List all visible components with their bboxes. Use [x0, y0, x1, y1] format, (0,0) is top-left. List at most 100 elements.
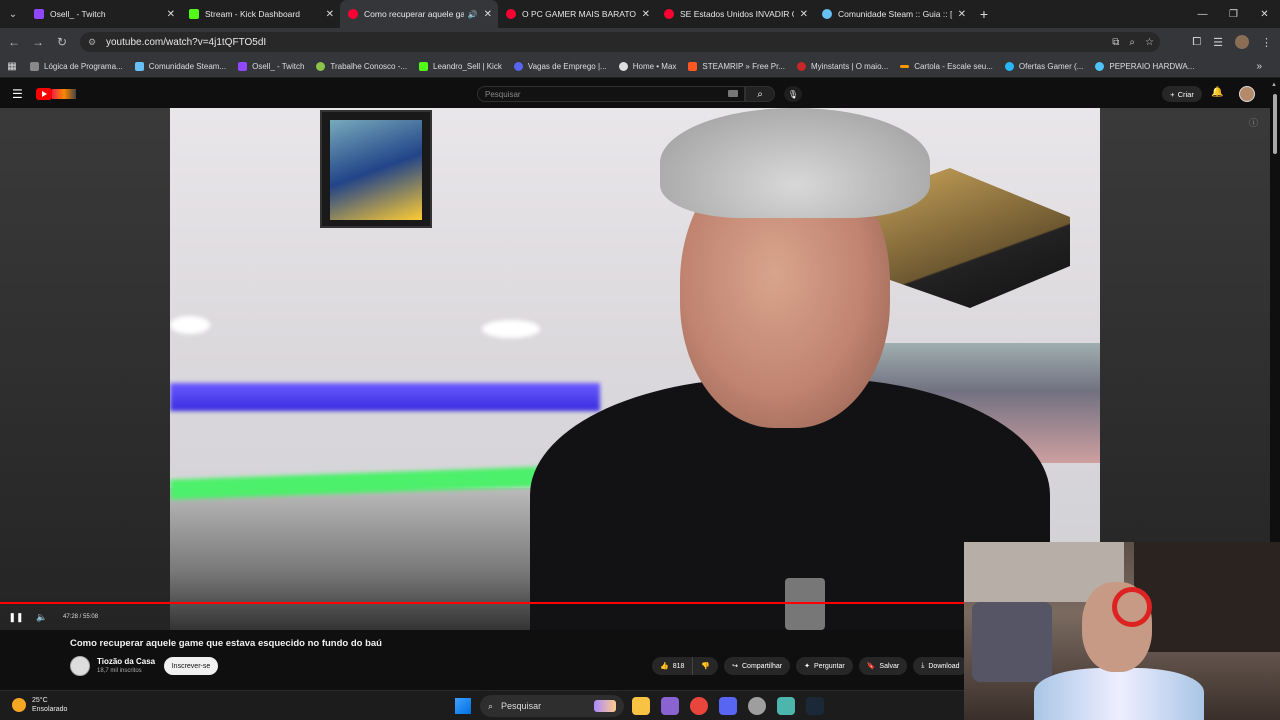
info-icon[interactable]: ⓘ [1249, 116, 1258, 129]
scrollbar-thumb[interactable] [1273, 94, 1277, 154]
streamer [1034, 582, 1204, 720]
account-avatar[interactable] [1239, 86, 1255, 102]
ambient-left [0, 108, 170, 630]
browser-menu-icon[interactable]: ⋮ [1261, 36, 1272, 49]
weather-condition: Ensolarado [32, 706, 68, 713]
profile-avatar-icon[interactable] [1235, 35, 1249, 49]
weather-widget[interactable]: 25°C Ensolarado [12, 696, 67, 714]
tab-kick[interactable]: Stream - Kick Dashboard ✕ [181, 0, 340, 28]
address-bar[interactable]: ⚙ youtube.com/watch?v=4j1tQFTO5dI ⧉ ⌕ ☆ [80, 32, 1160, 52]
scroll-up-icon[interactable]: ▲ [1271, 82, 1277, 88]
reload-icon[interactable]: ↻ [50, 28, 74, 56]
site-info-icon[interactable]: ⚙ [88, 37, 100, 48]
keyboard-icon[interactable] [728, 90, 738, 97]
bookmark-item[interactable]: Trabalhe Conosco -... [316, 62, 407, 71]
notifications-bell-icon[interactable]: 🔔 [1211, 87, 1223, 98]
channel-avatar[interactable] [70, 656, 90, 676]
tab-search-chevron-icon[interactable]: ⌄ [0, 0, 26, 28]
ceiling-lamp [170, 316, 210, 334]
tab-strip: ⌄ Osell_ - Twitch ✕ Stream - Kick Dashbo… [0, 0, 1280, 28]
extensions-icon[interactable]: ⧠ [1192, 36, 1201, 49]
create-button[interactable]: + Criar [1162, 86, 1202, 102]
youtube-icon [348, 9, 358, 19]
bookmark-label: Osell_ - Twitch [252, 62, 305, 71]
bookmark-item[interactable]: STEAMRIP » Free Pr... [688, 62, 785, 71]
windows-start-icon[interactable] [455, 698, 471, 714]
channel-name[interactable]: Tiozão da Casa [97, 657, 155, 666]
search-input[interactable]: Pesquisar [477, 86, 745, 102]
close-tab-icon[interactable]: ✕ [326, 9, 334, 20]
bookmark-item[interactable]: Myinstants | O maio... [796, 62, 889, 71]
video-actions: 👍 818 👎 ↪ Compartilhar ✦ Perguntar 🔖 Salvar … [652, 657, 968, 675]
progress-fill [0, 602, 1094, 604]
bookmark-item[interactable]: Leandro_Sell | Kick [419, 62, 502, 71]
twitch-icon [238, 62, 248, 71]
menu-icon[interactable]: ☰ [12, 87, 23, 101]
more-bookmarks-icon[interactable]: » [1256, 61, 1262, 72]
ask-button[interactable]: ✦ Perguntar [796, 657, 853, 675]
like-button[interactable]: 👍 818 [652, 657, 694, 675]
maximize-icon[interactable]: ❐ [1218, 0, 1249, 28]
tab-youtube-active[interactable]: Como recuperar aquele ga 🔊 ✕ [340, 0, 498, 28]
save-button[interactable]: 🔖 Salvar [858, 657, 908, 675]
bookmark-label: Lógica de Programa... [44, 62, 123, 71]
close-tab-icon[interactable]: ✕ [167, 9, 175, 20]
new-tab-button[interactable]: + [972, 6, 996, 22]
close-window-icon[interactable]: ✕ [1249, 0, 1280, 28]
tab-youtube-estados-unidos[interactable]: SE Estados Unidos INVADIR O ✕ [656, 0, 814, 28]
subscriber-count: 18,7 mil inscritos [97, 668, 142, 674]
close-tab-icon[interactable]: ✕ [958, 9, 966, 20]
pause-icon[interactable]: ❚❚ [3, 612, 29, 623]
tab-steam-guide[interactable]: Comunidade Steam :: Guia :: [P ✕ [814, 0, 972, 28]
close-tab-icon[interactable]: ✕ [642, 9, 650, 20]
search-button[interactable]: ⌕ [745, 86, 775, 102]
reading-list-icon[interactable]: ☰ [1213, 36, 1223, 49]
steam-icon[interactable] [806, 697, 824, 715]
voice-search-icon[interactable]: 🎙 [784, 86, 802, 102]
taskbar-search[interactable]: ⌕ Pesquisar [480, 695, 624, 717]
bookmark-item[interactable]: Vagas de Emprego |... [513, 62, 607, 71]
dislike-button[interactable]: 👎 [693, 657, 719, 675]
back-icon[interactable]: ← [2, 28, 26, 56]
bookmark-label: Cartola - Escale seu... [914, 62, 993, 71]
youtube-header: ☰ Pesquisar ⌕ 🎙 + Criar 🔔 [0, 80, 1280, 108]
bookmark-item[interactable]: Home • Max [618, 62, 677, 71]
video-frame[interactable] [170, 108, 1100, 630]
download-label: Download [928, 662, 960, 670]
minimize-icon[interactable]: — [1187, 0, 1218, 28]
app-icon[interactable] [777, 697, 795, 715]
apps-grid-icon[interactable]: ▦ [0, 61, 24, 72]
settings-icon[interactable] [748, 697, 766, 715]
like-count: 818 [672, 662, 685, 670]
discord-purple-icon[interactable] [661, 697, 679, 715]
url-text: youtube.com/watch?v=4j1tQFTO5dI [106, 36, 267, 48]
chrome-icon[interactable] [690, 697, 708, 715]
youtube-logo[interactable] [36, 88, 76, 100]
download-button[interactable]: ⤓ Download [913, 657, 968, 675]
bookmark-item[interactable]: Ofertas Gamer (... [1004, 62, 1083, 71]
close-tab-icon[interactable]: ✕ [800, 9, 808, 20]
bookmark-label: Home • Max [632, 62, 677, 71]
tab-twitch[interactable]: Osell_ - Twitch ✕ [26, 0, 181, 28]
bookmark-item[interactable]: Osell_ - Twitch [238, 62, 304, 71]
plus-icon: + [1170, 89, 1175, 99]
share-button[interactable]: ↪ Compartilhar [724, 657, 791, 675]
bookmark-item[interactable]: Comunidade Steam... [134, 62, 226, 71]
volume-icon[interactable]: 🔈 [29, 612, 55, 623]
bookmark-item[interactable]: PEPERAIO HARDWA... [1095, 62, 1194, 71]
discord-icon[interactable] [719, 697, 737, 715]
subscribe-button[interactable]: Inscrever-se [164, 657, 218, 675]
bookmark-label: Myinstants | O maio... [810, 62, 889, 71]
bookmarks-bar: ▦ Lógica de Programa... Comunidade Steam… [0, 56, 1280, 78]
tab-youtube-pc-gamer[interactable]: O PC GAMER MAIS BARATO DO ✕ [498, 0, 656, 28]
audio-playing-icon[interactable]: 🔊 [468, 10, 478, 19]
bookmark-item[interactable]: Cartola - Escale seu... [900, 62, 993, 71]
bookmark-item[interactable]: Lógica de Programa... [30, 62, 123, 71]
install-app-icon[interactable]: ⧉ [1112, 37, 1119, 48]
forward-icon[interactable]: → [26, 28, 50, 56]
search-highlight-icon [594, 700, 616, 712]
bookmark-star-icon[interactable]: ☆ [1145, 37, 1154, 48]
file-explorer-icon[interactable] [632, 697, 650, 715]
close-tab-icon[interactable]: ✕ [484, 9, 492, 20]
zoom-icon[interactable]: ⌕ [1129, 37, 1135, 48]
